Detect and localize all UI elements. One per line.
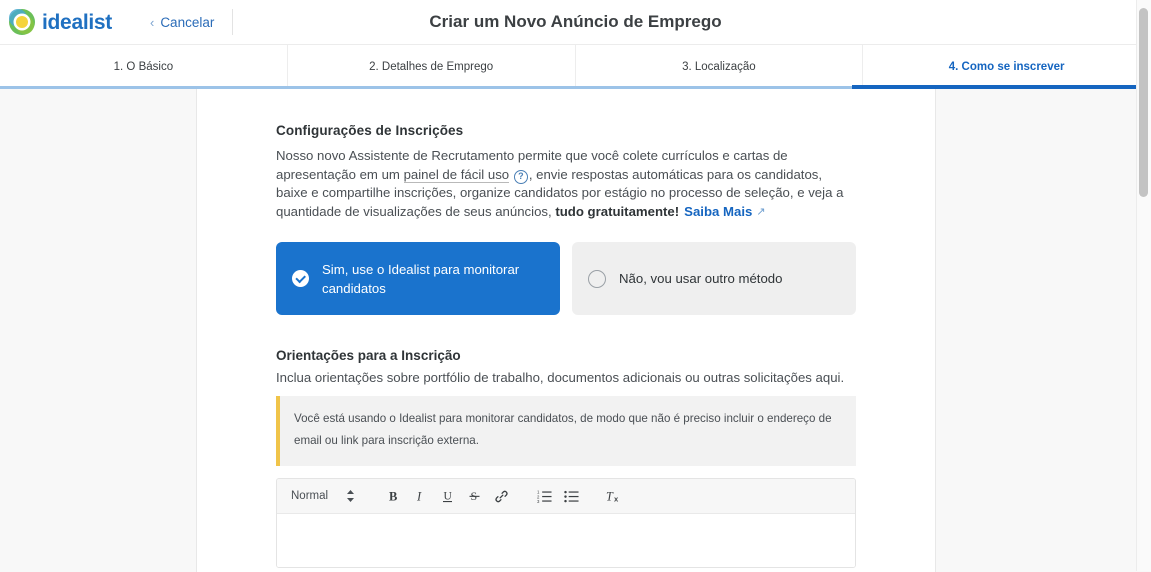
cancel-area: ‹ Cancelar [142,0,234,44]
form-sheet: Configurações de Inscrições Nosso novo A… [197,89,936,572]
choice-use-idealist[interactable]: Sim, use o Idealist para monitorar candi… [276,242,560,315]
idealist-logo-icon [6,6,38,38]
workspace: Configurações de Inscrições Nosso novo A… [0,89,1151,572]
chevron-updown-icon [346,489,355,503]
description-emphasis: tudo gratuitamente! [555,203,680,219]
svg-text:B: B [389,490,397,504]
window-scrollbar-thumb[interactable] [1139,8,1148,197]
editor-toolbar: Normal B I U 1 2 3 T x [277,479,855,514]
format-style-label: Normal [291,490,329,502]
external-link-icon: ↗ [756,205,766,218]
chevron-left-icon: ‹ [149,14,155,30]
underline-icon[interactable]: U [435,484,460,508]
right-gutter [936,89,1151,572]
tab-como-se-inscrever[interactable]: 4. Como se inscrever [863,45,1151,89]
tab-label: 4. Como se inscrever [948,61,1065,73]
choice-label: Não, vou usar outro método [619,271,783,286]
cancel-button[interactable]: ‹ Cancelar [142,11,230,34]
question-mark-circle-icon[interactable]: ? [513,169,528,184]
italic-icon[interactable]: I [408,484,433,508]
tab-label: 1. O Básico [113,61,174,73]
rich-text-editor: Normal B I U 1 2 3 T x [276,478,856,568]
svg-text:I: I [416,490,422,504]
strikethrough-icon[interactable]: S [462,484,487,508]
tab-detalhes-de-emprego[interactable]: 2. Detalhes de Emprego [287,45,576,89]
choice-label: Sim, use o Idealist para monitorar candi… [322,261,520,296]
brand-logo[interactable]: idealist [0,6,112,38]
tab-localizacao[interactable]: 3. Localização [575,45,864,89]
guidance-title: Orientações para a Inscrição [276,348,461,363]
tab-label: 2. Detalhes de Emprego [369,61,494,73]
section-description: Nosso novo Assistente de Recrutamento pe… [276,147,856,221]
svg-text:U: U [443,491,452,503]
cancel-button-label: Cancelar [160,14,215,30]
header-divider [232,9,234,35]
svg-text:x: x [614,494,619,503]
choice-other-method[interactable]: Não, vou usar outro método [572,242,856,315]
svg-text:T: T [606,489,614,503]
format-style-select[interactable]: Normal [287,489,363,503]
guidance-callout: Você está usando o Idealist para monitor… [276,396,856,466]
application-method-choices: Sim, use o Idealist para monitorar candi… [276,242,856,315]
bullet-list-icon[interactable] [559,484,584,508]
editor-content-area[interactable] [277,514,855,567]
link-icon[interactable] [489,484,514,508]
window-scrollbar[interactable] [1136,0,1151,571]
guidance-subtitle: Inclua orientações sobre portfólio de tr… [276,370,845,385]
radio-empty-icon [588,269,606,288]
brand-name: idealist [42,10,112,34]
learn-more-link[interactable]: Saiba Mais [684,204,752,219]
section-title: Configurações de Inscrições [276,123,464,138]
bold-icon[interactable]: B [381,484,406,508]
wizard-tabs: 1. O Básico 2. Detalhes de Emprego 3. Lo… [0,44,1151,89]
panel-link[interactable]: painel de fácil uso [403,166,510,183]
ordered-list-icon[interactable]: 1 2 3 [532,484,557,508]
tab-label: 3. Localização [682,61,756,73]
svg-text:3: 3 [537,499,540,504]
check-circle-icon [292,270,309,287]
clear-format-icon[interactable]: T x [602,484,627,508]
top-bar: idealist ‹ Cancelar Criar um Novo Anúnci… [0,0,1151,44]
left-gutter [0,89,197,572]
tab-basico[interactable]: 1. O Básico [0,45,288,89]
active-tab-indicator [852,85,1151,89]
